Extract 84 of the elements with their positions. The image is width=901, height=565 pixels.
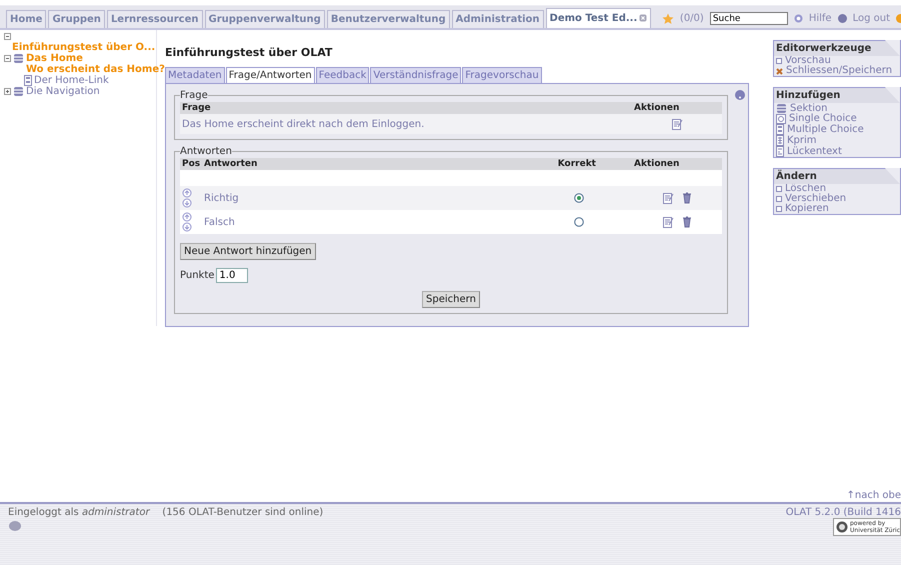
column-header: Aktionen [632,102,722,114]
tree-item[interactable]: Die Navigation [26,86,100,97]
tab[interactable]: Verständnisfrage [370,67,462,83]
radio-button[interactable] [574,217,584,227]
nav-tab[interactable]: Demo Test Ed... [546,8,652,28]
tree-item[interactable]: Wo erscheint das Home? [26,64,165,75]
nav-tab[interactable]: Gruppenverwaltung [204,10,325,28]
expand-icon[interactable] [4,88,11,95]
collapse-icon[interactable] [4,55,11,62]
text-gap-icon [776,146,784,157]
bookmark-count: (0/0) [680,13,704,24]
save-button[interactable]: Speichern [422,291,480,308]
points-field[interactable]: 1.0 [216,268,248,283]
tab[interactable]: Fragevorschau [462,67,542,83]
close-icon [776,68,783,74]
bullet-icon [776,58,782,64]
box-title: Ändern [774,168,900,184]
tool-link[interactable]: Verschieben [785,194,846,204]
tool-link[interactable]: Multiple Choice [787,124,864,134]
edit-icon[interactable] [662,216,674,228]
tab[interactable]: Metadaten [165,67,225,83]
bullet-icon [776,206,782,212]
database-icon [13,53,24,64]
back-to-top-link[interactable]: ↑nach obe [0,490,901,502]
bullet-icon [776,196,782,202]
tool-link[interactable]: Kopieren [785,204,829,214]
column-header: Korrekt [512,158,632,170]
nav-tab[interactable]: Gruppen [48,10,105,28]
column-header: Antworten [202,158,512,170]
answer-text: Richtig [202,186,512,210]
radio-square-icon [776,114,786,124]
login-status: Eingeloggt als administrator (156 OLAT-Benutzer sind online) [8,507,324,518]
checklist-icon [24,75,32,86]
tool-link[interactable]: Vorschau [785,56,831,66]
move-arrows-icon[interactable] [182,188,192,208]
add-answer-button[interactable]: Neue Antwort hinzufügen [180,243,316,260]
database-icon [13,86,24,97]
bullet-icon [776,186,782,192]
tool-link[interactable]: Sektion [790,104,828,114]
answer-text: Falsch [202,210,512,234]
column-header: Aktionen [632,158,722,170]
edit-icon[interactable] [672,118,682,130]
seal-icon [836,521,848,533]
tab[interactable]: Feedback [316,67,370,83]
column-header: Frage [180,102,632,114]
fieldset-legend: Antworten [180,146,232,157]
tree-item[interactable]: Das Home [26,53,83,64]
nav-tab[interactable]: Home [6,10,46,28]
radio-button[interactable] [574,193,584,203]
trash-icon[interactable] [682,216,692,228]
move-arrows-icon[interactable] [182,212,192,232]
trash-icon[interactable] [682,192,692,204]
grid-icon [776,135,784,146]
tool-link[interactable]: Single Choice [789,114,857,124]
tree-item[interactable]: Der Home-Link [34,75,109,86]
tab[interactable]: Frage/Antworten [226,67,315,83]
points-label: Punkte [180,270,214,281]
edit-icon[interactable] [662,192,674,204]
nav-tab[interactable]: Benutzerverwaltung [326,10,450,28]
logout-link[interactable]: Log out [852,13,890,24]
close-icon[interactable] [639,14,648,22]
help-icon[interactable] [838,14,847,23]
nav-tab[interactable]: Lernressourcen [106,10,203,28]
tool-link[interactable]: Löschen [785,184,826,194]
page-title: Einführungstest über OLAT [165,46,334,59]
database-icon [776,103,787,114]
fieldset-legend: Frage [180,90,208,101]
column-header: Pos [180,158,202,170]
tool-link[interactable]: Schliessen/Speichern [786,66,892,76]
help-icon[interactable] [735,90,745,100]
tool-link[interactable]: Lückentext [787,146,842,156]
tree-item[interactable]: Einführungstest über O... [12,42,156,53]
box-title: Hinzufügen [774,87,900,103]
help-link[interactable]: Hilfe [808,13,832,24]
tool-link[interactable]: Kprim [787,136,817,146]
version-link[interactable]: OLAT 5.2.0 (Build 1416 [786,507,901,518]
collapse-icon[interactable] [4,33,11,40]
search-icon[interactable] [794,14,803,23]
star-icon[interactable] [662,12,674,24]
checklist-icon [776,124,784,135]
search-field[interactable]: Suche [710,12,788,25]
nav-tab[interactable]: Administration [452,10,544,28]
box-title: Editorwerkzeuge [774,40,900,56]
question-text: Das Home erscheint direkt nach dem Einloggen. [180,114,632,134]
